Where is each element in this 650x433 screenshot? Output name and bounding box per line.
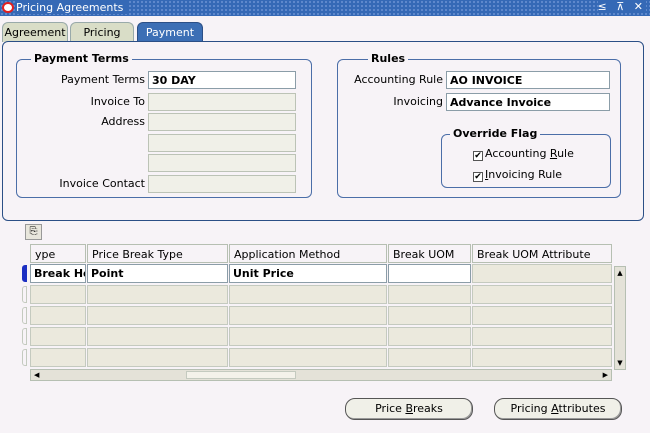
table-cell[interactable] — [229, 306, 387, 325]
table-cell[interactable] — [388, 348, 471, 367]
accounting-rule-field[interactable]: AO INVOICE — [446, 71, 610, 89]
table-cell[interactable] — [30, 285, 86, 304]
table-cell[interactable] — [472, 285, 612, 304]
address-line-3[interactable] — [148, 154, 296, 172]
table-cell[interactable] — [229, 285, 387, 304]
cell-application-method[interactable]: Unit Price — [229, 264, 387, 283]
invoicing-label: Invoicing — [393, 95, 443, 108]
checkbox-checked-icon[interactable]: ✔ — [473, 151, 483, 161]
invoicing-field[interactable]: Advance Invoice — [446, 93, 610, 111]
row-indicator[interactable] — [22, 307, 27, 324]
table-cell[interactable] — [472, 348, 612, 367]
rules-title: Rules — [368, 52, 409, 65]
tab-payment[interactable]: Payment — [137, 22, 203, 43]
payment-terms-field[interactable]: 30 DAY — [148, 71, 296, 89]
table-cell[interactable] — [472, 306, 612, 325]
column-header-type: ype — [30, 244, 86, 263]
checkbox-checked-icon[interactable]: ✔ — [473, 172, 483, 182]
cell-break-uom[interactable] — [388, 264, 471, 283]
table-cell[interactable] — [87, 348, 228, 367]
table-cell[interactable] — [87, 306, 228, 325]
cell-break-uom-attribute[interactable] — [472, 264, 612, 283]
table-cell[interactable] — [30, 306, 86, 325]
override-flag-title: Override Flag — [450, 127, 541, 140]
cell-price-break-type[interactable]: Point — [87, 264, 228, 283]
oracle-logo-icon — [2, 2, 14, 13]
horizontal-scrollbar[interactable]: ◀ ▶ — [30, 369, 612, 381]
window-title: Pricing Agreements — [16, 1, 128, 14]
payment-terms-label: Payment Terms — [60, 73, 145, 86]
column-header-price-break-type: Price Break Type — [87, 244, 228, 263]
payment-terms-title: Payment Terms — [31, 52, 132, 65]
window-controls[interactable]: ≤ ⊼ ✕ — [597, 0, 646, 13]
scroll-left-icon[interactable]: ◀ — [34, 371, 39, 380]
pricing-attributes-button[interactable]: Pricing Attributes — [494, 398, 622, 420]
scroll-right-icon[interactable]: ▶ — [603, 371, 608, 380]
table-cell[interactable] — [30, 327, 86, 346]
table-cell[interactable] — [388, 327, 471, 346]
tab-agreement[interactable]: Agreement — [2, 22, 68, 42]
table-cell[interactable] — [30, 348, 86, 367]
invoice-to-label: Invoice To — [90, 95, 145, 108]
address-line-1[interactable] — [148, 113, 296, 131]
row-indicator[interactable] — [22, 286, 27, 303]
scroll-up-icon[interactable]: ▲ — [616, 269, 624, 277]
table-cell[interactable] — [388, 285, 471, 304]
override-invoicing-rule-checkbox[interactable]: ✔ Invoicing Rule — [473, 168, 562, 182]
column-header-break-uom: Break UOM — [388, 244, 471, 263]
address-line-2[interactable] — [148, 134, 296, 152]
override-accounting-rule-checkbox[interactable]: ✔ Accounting Rule — [473, 147, 574, 161]
accounting-rule-label: Accounting Rule — [354, 73, 443, 86]
column-header-break-uom-attribute: Break UOM Attribute — [472, 244, 612, 263]
clear-record-icon[interactable]: ⎘ — [25, 224, 42, 240]
row-indicator[interactable] — [22, 349, 27, 366]
row-indicator[interactable] — [22, 328, 27, 345]
address-label: Address — [101, 115, 145, 128]
column-header-application-method: Application Method — [229, 244, 387, 263]
table-cell[interactable] — [87, 285, 228, 304]
scroll-down-icon[interactable]: ▼ — [616, 359, 624, 367]
table-cell[interactable] — [229, 348, 387, 367]
table-cell[interactable] — [472, 327, 612, 346]
vertical-scrollbar[interactable]: ▲ ▼ — [614, 266, 626, 370]
invoice-to-field[interactable] — [148, 93, 296, 111]
cell-type[interactable]: Break He — [30, 264, 86, 283]
table-cell[interactable] — [229, 327, 387, 346]
table-cell[interactable] — [388, 306, 471, 325]
row-indicator-current[interactable] — [22, 265, 27, 282]
scroll-thumb[interactable] — [186, 371, 296, 379]
window-titlebar: Pricing Agreements ≤ ⊼ ✕ — [0, 0, 650, 16]
tab-pricing[interactable]: Pricing — [70, 22, 134, 42]
invoice-contact-field[interactable] — [148, 175, 296, 193]
payment-panel: Payment Terms Payment Terms 30 DAY Invoi… — [2, 41, 644, 221]
price-breaks-button[interactable]: Price Breaks — [345, 398, 473, 420]
table-cell[interactable] — [87, 327, 228, 346]
invoice-contact-label: Invoice Contact — [59, 177, 145, 190]
